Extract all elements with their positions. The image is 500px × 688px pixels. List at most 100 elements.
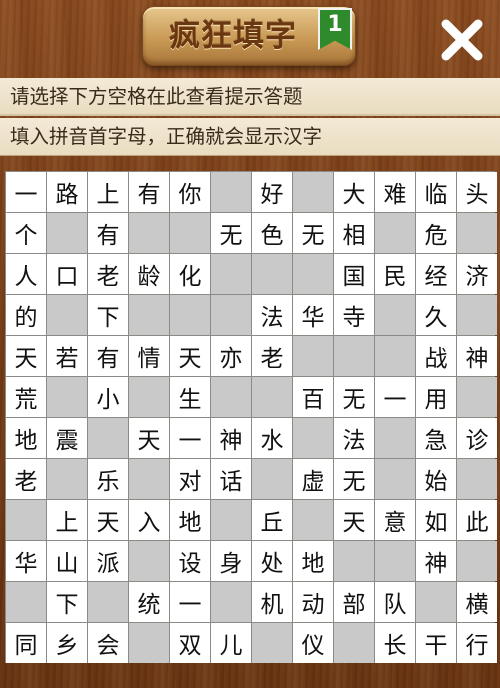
grid-letter-cell[interactable]: 济 — [457, 254, 497, 294]
grid-letter-cell[interactable]: 民 — [375, 254, 415, 294]
grid-letter-cell[interactable]: 有 — [88, 336, 128, 376]
close-button[interactable] — [438, 16, 486, 64]
grid-letter-cell[interactable]: 队 — [375, 582, 415, 622]
grid-letter-cell[interactable]: 地 — [170, 500, 210, 540]
grid-letter-cell[interactable]: 话 — [211, 459, 251, 499]
grid-letter-cell[interactable]: 行 — [457, 623, 497, 663]
grid-letter-cell[interactable]: 长 — [375, 623, 415, 663]
grid-letter-cell[interactable]: 有 — [88, 213, 128, 253]
grid-letter-cell[interactable]: 仪 — [293, 623, 333, 663]
grid-letter-cell[interactable]: 上 — [88, 172, 128, 212]
grid-letter-cell[interactable]: 华 — [6, 541, 46, 581]
grid-letter-cell[interactable]: 色 — [252, 213, 292, 253]
grid-letter-cell[interactable]: 路 — [47, 172, 87, 212]
grid-letter-cell[interactable]: 国 — [334, 254, 374, 294]
grid-letter-cell[interactable]: 战 — [416, 336, 456, 376]
grid-letter-cell[interactable]: 有 — [129, 172, 169, 212]
grid-letter-cell[interactable]: 法 — [252, 295, 292, 335]
grid-letter-cell[interactable]: 无 — [211, 213, 251, 253]
grid-letter-cell[interactable]: 个 — [6, 213, 46, 253]
grid-letter-cell[interactable]: 水 — [252, 418, 292, 458]
grid-letter-cell[interactable]: 无 — [293, 213, 333, 253]
grid-letter-cell[interactable]: 双 — [170, 623, 210, 663]
grid-letter-cell[interactable]: 临 — [416, 172, 456, 212]
grid-letter-cell[interactable]: 统 — [129, 582, 169, 622]
grid-letter-cell[interactable]: 的 — [6, 295, 46, 335]
grid-letter-cell[interactable]: 急 — [416, 418, 456, 458]
grid-letter-cell[interactable]: 情 — [129, 336, 169, 376]
grid-letter-cell[interactable]: 下 — [88, 295, 128, 335]
grid-letter-cell[interactable]: 儿 — [211, 623, 251, 663]
grid-letter-cell[interactable]: 诊 — [457, 418, 497, 458]
grid-letter-cell[interactable]: 好 — [252, 172, 292, 212]
grid-letter-cell[interactable]: 龄 — [129, 254, 169, 294]
grid-letter-cell[interactable]: 虚 — [293, 459, 333, 499]
grid-letter-cell[interactable]: 老 — [6, 459, 46, 499]
grid-letter-cell[interactable]: 人 — [6, 254, 46, 294]
grid-letter-cell[interactable]: 化 — [170, 254, 210, 294]
grid-letter-cell[interactable]: 一 — [170, 418, 210, 458]
grid-letter-cell[interactable]: 身 — [211, 541, 251, 581]
grid-letter-cell[interactable]: 如 — [416, 500, 456, 540]
grid-letter-cell[interactable]: 对 — [170, 459, 210, 499]
grid-letter-cell[interactable]: 相 — [334, 213, 374, 253]
grid-letter-cell[interactable]: 难 — [375, 172, 415, 212]
grid-letter-cell[interactable]: 头 — [457, 172, 497, 212]
grid-letter-cell[interactable]: 入 — [129, 500, 169, 540]
grid-letter-cell[interactable]: 经 — [416, 254, 456, 294]
grid-letter-cell[interactable]: 你 — [170, 172, 210, 212]
grid-letter-cell[interactable]: 干 — [416, 623, 456, 663]
grid-letter-cell[interactable]: 设 — [170, 541, 210, 581]
grid-letter-cell[interactable]: 口 — [47, 254, 87, 294]
grid-letter-cell[interactable]: 老 — [252, 336, 292, 376]
grid-letter-cell[interactable]: 一 — [6, 172, 46, 212]
grid-letter-cell[interactable]: 生 — [170, 377, 210, 417]
grid-letter-cell[interactable]: 若 — [47, 336, 87, 376]
grid-letter-cell[interactable]: 亦 — [211, 336, 251, 376]
grid-letter-cell[interactable]: 意 — [375, 500, 415, 540]
grid-letter-cell[interactable]: 华 — [293, 295, 333, 335]
grid-letter-cell[interactable]: 动 — [293, 582, 333, 622]
grid-letter-cell[interactable]: 处 — [252, 541, 292, 581]
grid-letter-cell[interactable]: 天 — [6, 336, 46, 376]
grid-letter-cell[interactable]: 百 — [293, 377, 333, 417]
grid-letter-cell[interactable]: 上 — [47, 500, 87, 540]
grid-letter-cell[interactable]: 无 — [334, 377, 374, 417]
grid-letter-cell[interactable]: 始 — [416, 459, 456, 499]
grid-letter-cell[interactable]: 部 — [334, 582, 374, 622]
grid-letter-cell[interactable]: 寺 — [334, 295, 374, 335]
grid-letter-cell[interactable]: 一 — [375, 377, 415, 417]
grid-letter-cell[interactable]: 机 — [252, 582, 292, 622]
grid-block-cell — [375, 418, 415, 458]
grid-letter-cell[interactable]: 横 — [457, 582, 497, 622]
grid-letter-cell[interactable]: 地 — [293, 541, 333, 581]
grid-letter-cell[interactable]: 神 — [457, 336, 497, 376]
grid-letter-cell[interactable]: 法 — [334, 418, 374, 458]
grid-letter-cell[interactable]: 危 — [416, 213, 456, 253]
grid-letter-cell[interactable]: 一 — [170, 582, 210, 622]
grid-letter-cell[interactable]: 山 — [47, 541, 87, 581]
grid-letter-cell[interactable]: 神 — [211, 418, 251, 458]
grid-letter-cell[interactable]: 神 — [416, 541, 456, 581]
grid-letter-cell[interactable]: 天 — [170, 336, 210, 376]
grid-letter-cell[interactable]: 乐 — [88, 459, 128, 499]
grid-letter-cell[interactable]: 派 — [88, 541, 128, 581]
grid-letter-cell[interactable]: 天 — [129, 418, 169, 458]
grid-letter-cell[interactable]: 荒 — [6, 377, 46, 417]
grid-letter-cell[interactable]: 地 — [6, 418, 46, 458]
grid-letter-cell[interactable]: 下 — [47, 582, 87, 622]
grid-letter-cell[interactable]: 同 — [6, 623, 46, 663]
grid-letter-cell[interactable]: 震 — [47, 418, 87, 458]
grid-letter-cell[interactable]: 老 — [88, 254, 128, 294]
grid-letter-cell[interactable]: 用 — [416, 377, 456, 417]
grid-letter-cell[interactable]: 小 — [88, 377, 128, 417]
grid-letter-cell[interactable]: 丘 — [252, 500, 292, 540]
grid-letter-cell[interactable]: 久 — [416, 295, 456, 335]
grid-letter-cell[interactable]: 天 — [88, 500, 128, 540]
grid-letter-cell[interactable]: 乡 — [47, 623, 87, 663]
grid-letter-cell[interactable]: 无 — [334, 459, 374, 499]
grid-letter-cell[interactable]: 天 — [334, 500, 374, 540]
grid-letter-cell[interactable]: 会 — [88, 623, 128, 663]
grid-letter-cell[interactable]: 大 — [334, 172, 374, 212]
grid-letter-cell[interactable]: 此 — [457, 500, 497, 540]
